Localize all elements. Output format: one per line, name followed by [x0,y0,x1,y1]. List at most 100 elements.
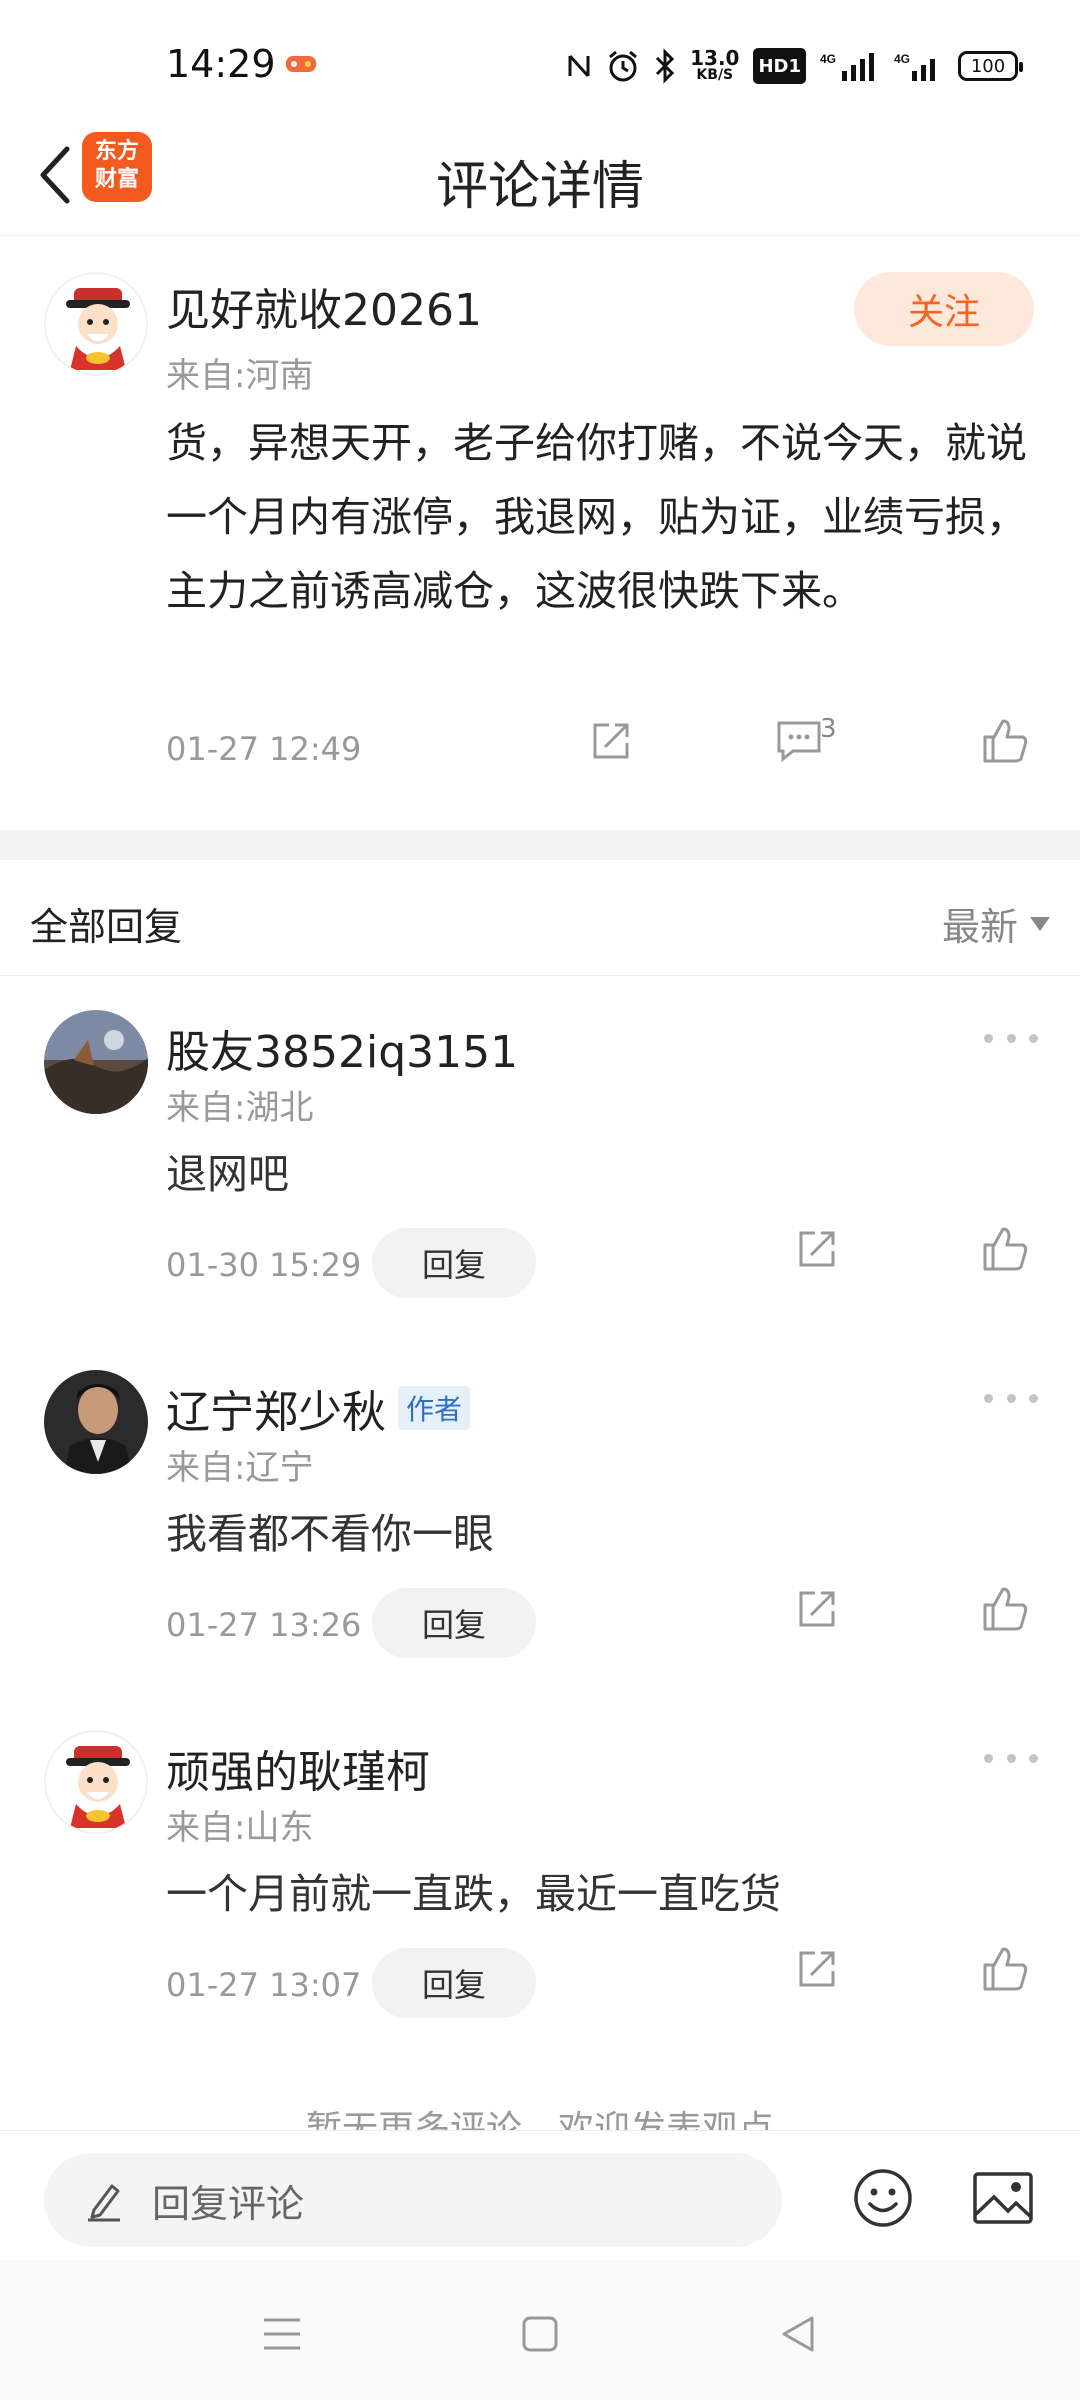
post-location: 来自:河南 [166,356,314,396]
status-time: 14:29 [166,42,276,86]
share-button[interactable] [792,1944,842,1994]
share-button[interactable] [792,1224,842,1274]
page-title: 评论详情 [435,157,644,217]
signal-4g-icon-2: 4G [894,52,935,81]
home-button[interactable] [510,2304,570,2364]
reply-username-row: 股友3852iq3151 [166,1016,518,1080]
home-icon [522,2316,558,2352]
share-icon [799,1231,835,1267]
reply-item: 股友3852iq3151 来自:湖北 退网吧 01-30 15:29 回复 [0,976,1080,1336]
reply-location: 来自:辽宁 [166,1448,314,1488]
like-icon [983,719,1028,763]
image-button[interactable] [968,2163,1038,2233]
more-icon-dot [1029,1393,1038,1403]
reply-location: 来自:山东 [166,1808,314,1848]
share-button[interactable] [792,1584,842,1634]
more-icon-dot [1029,1753,1038,1763]
share-icon [799,1951,835,1987]
image-icon [973,2172,1033,2224]
reply-button[interactable]: 回复 [372,1228,536,1298]
reply-time: 01-27 13:26 [166,1606,362,1644]
hd-badge: HD1 [753,48,806,84]
alarm-icon [609,50,638,82]
reply-button[interactable]: 回复 [372,1588,536,1658]
reply-button[interactable]: 回复 [372,1948,536,2018]
system-nav-bar [0,2260,1080,2400]
like-icon [983,1227,1028,1271]
reply-username[interactable]: 辽宁郑少秋 [166,1376,386,1440]
battery-indicator: 100 [958,51,1023,81]
post-time: 01-27 12:49 [166,730,362,768]
avatar[interactable] [44,1370,148,1474]
like-button[interactable] [978,714,1032,768]
bottom-reply-bar: 回复评论 [0,2130,1080,2260]
comment-icon [777,721,821,763]
back-triangle-icon [782,2316,814,2352]
reply-username[interactable]: 股友3852iq3151 [166,1016,518,1080]
share-icon [799,1591,835,1627]
author-badge: 作者 [398,1386,471,1430]
more-icon-dot [1006,1393,1016,1403]
reply-time: 01-30 15:29 [166,1246,362,1284]
net-speed-unit: KB/S [696,67,734,83]
like-button[interactable] [978,1582,1032,1636]
section-divider [0,830,1080,860]
sort-label: 最新 [941,905,1018,949]
net-speed-value: 13.0 [690,46,740,70]
bluetooth-icon [656,48,675,84]
post-text: 货，异想天开，老子给你打赌，不说今天，就说一个月内有涨停，我退网，贴为证，业绩亏… [166,419,1027,615]
reply-input[interactable]: 回复评论 [44,2153,782,2247]
emoji-icon [854,2169,912,2227]
reply-username[interactable]: 顽强的耿瑾柯 [166,1736,430,1800]
more-icon-dot [1029,1033,1038,1043]
more-options-button[interactable] [984,1388,1038,1408]
menu-icon [264,2318,300,2350]
reply-text: 我看都不看你一眼 [166,1510,494,1558]
more-icon-dot [984,1753,993,1763]
more-icon-dot [1006,1753,1016,1763]
avatar[interactable] [44,1730,148,1834]
share-button[interactable] [586,716,636,766]
fortune-god-avatar [66,1746,130,1828]
landscape-avatar [44,1010,148,1114]
reply-item: 顽强的耿瑾柯 来自:山东 一个月前就一直跌，最近一直吃货 01-27 13:07… [0,1696,1080,2056]
net-speed: 13.0 KB/S [690,48,739,84]
more-icon-dot [984,1393,993,1403]
system-back-button[interactable] [768,2304,828,2364]
status-icons: 13.0 KB/S HD1 4G 4G 100 [566,44,1023,88]
like-icon [983,1947,1028,1991]
more-icon-dot [1006,1033,1016,1043]
header: 东方 财富 评论详情 [0,118,1080,236]
avatar[interactable] [44,1010,148,1114]
svg-text:4G: 4G [894,52,910,66]
avatar[interactable] [44,272,148,376]
reply-username-row: 辽宁郑少秋 作者 [166,1376,471,1440]
comment-count: 3 [820,714,837,744]
sort-dropdown[interactable]: 最新 [942,896,1050,951]
fortune-god-avatar [66,288,130,370]
main-post: 见好就收20261 来自:河南 关注 货，异想天开，老子给你打赌，不说今天，就说… [0,236,1080,830]
share-icon [593,723,629,759]
reply-item: 辽宁郑少秋 作者 来自:辽宁 我看都不看你一眼 01-27 13:26 回复 [0,1336,1080,1696]
more-options-button[interactable] [984,1028,1038,1048]
signal-4g-icon-1: 4G [820,52,874,81]
reply-text: 退网吧 [166,1150,289,1198]
no-more-comments: 暂无更多评论，欢迎发表观点 [305,2109,774,2130]
more-icon-dot [984,1033,993,1043]
reply-username-row: 顽强的耿瑾柯 [166,1736,430,1800]
like-icon [983,1587,1028,1631]
like-button[interactable] [978,1222,1032,1276]
reply-location: 来自:湖北 [166,1088,314,1128]
person-avatar [44,1370,148,1474]
svg-text:4G: 4G [820,52,836,66]
emoji-button[interactable] [848,2163,918,2233]
follow-button[interactable]: 关注 [854,272,1034,346]
reply-input-placeholder: 回复评论 [152,2181,305,2226]
comment-button[interactable] [772,716,826,766]
like-button[interactable] [978,1942,1032,1996]
more-options-button[interactable] [984,1748,1038,1768]
edit-icon [88,2184,120,2222]
menu-button[interactable] [252,2304,312,2364]
replies-title: 全部回复 [30,905,183,949]
post-username[interactable]: 见好就收20261 [166,274,482,338]
